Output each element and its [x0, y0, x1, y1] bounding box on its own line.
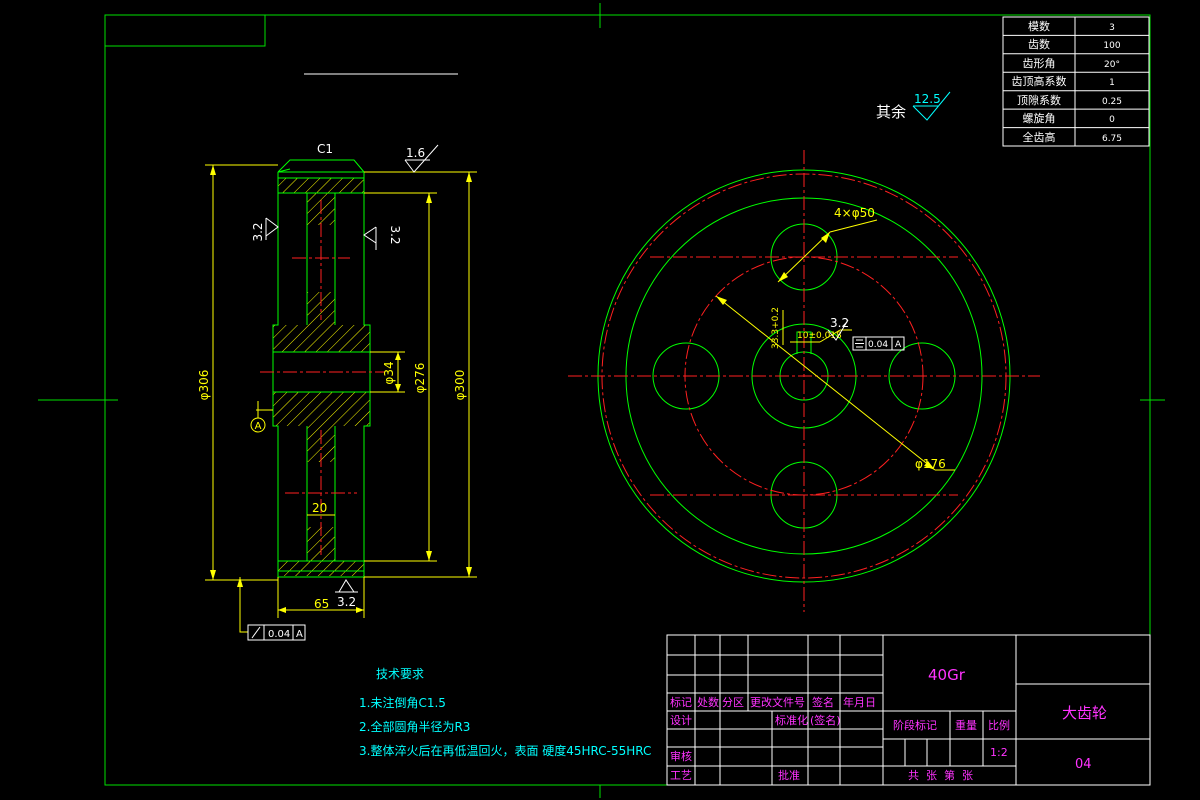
dim-width: 65 — [314, 597, 329, 611]
tech-req-title: 技术要求 — [376, 667, 424, 681]
param-table: 模数 3 齿数 100 齿形角 20° 齿顶高系数 1 顶隙系数 0.25 螺旋… — [1002, 16, 1150, 147]
chamfer-label: C1 — [317, 142, 333, 156]
symmetry-tol-value: 0.04 — [868, 340, 888, 350]
param-value-pressure-angle: 20° — [1104, 60, 1120, 70]
param-name-pressure-angle: 齿形角 — [1023, 57, 1056, 70]
title-part-name: 大齿轮 — [1062, 704, 1107, 722]
param-name-clearance: 顶隙系数 — [1017, 93, 1061, 107]
roughness-right-value: 3.2 — [388, 225, 402, 244]
dim-pitch-circle: φ176 — [915, 457, 946, 471]
roughness-note-value: 12.5 — [914, 92, 941, 106]
title-row-count: 处数 — [697, 696, 719, 709]
title-weight: 重量 — [955, 718, 977, 732]
front-view: 4×φ50 φ176 10±0.018 33.3+0.2 3.2 0.04 A — [568, 150, 1040, 612]
runout-tol-value: 0.04 — [268, 629, 290, 640]
title-standardization: 标准化 — [775, 713, 808, 727]
title-material: 40Gr — [928, 666, 966, 684]
symmetry-icon — [855, 339, 864, 348]
param-value-addendum: 1 — [1109, 78, 1115, 88]
symmetry-tolerance-frame: 0.04 A — [852, 336, 905, 351]
dim-right-diameter: φ300 — [453, 370, 467, 401]
title-approve: 批准 — [778, 768, 800, 782]
roughness-left-icon — [265, 217, 279, 237]
param-name-helix: 螺旋角 — [1023, 111, 1056, 125]
param-name-module: 模数 — [1028, 20, 1050, 33]
param-name-addendum: 齿顶高系数 — [1012, 74, 1067, 88]
dim-holes: 4×φ50 — [834, 206, 875, 220]
param-value-teeth: 100 — [1103, 41, 1120, 51]
title-row-change-doc: 更改文件号 — [750, 695, 805, 709]
title-review: 审核 — [670, 749, 692, 763]
param-name-teeth: 齿数 — [1028, 38, 1050, 51]
dim-mid-diameter: φ276 — [413, 363, 427, 394]
title-sign-name: (签名) — [810, 713, 841, 727]
param-value-clearance: 0.25 — [1102, 97, 1122, 107]
param-value-helix: 0 — [1109, 115, 1115, 125]
tech-req-item-3: 3.整体淬火后在再低温回火，表面 硬度45HRC-55HRC — [359, 743, 651, 758]
tech-req-item-1: 1.未注倒角C1.5 — [359, 695, 446, 710]
param-value-module: 3 — [1109, 23, 1115, 33]
runout-tolerance-frame: 0.04 A — [247, 624, 306, 641]
tech-req-item-2: 2.全部圆角半径为R3 — [359, 719, 470, 734]
dim-outer-diameter: φ306 — [197, 370, 211, 401]
dim-web: 20 — [312, 501, 327, 515]
title-stage: 阶段标记 — [893, 718, 937, 732]
section-view: φ306 φ300 φ276 φ34 65 20 C1 1.6 3.2 3.2 … — [197, 142, 477, 641]
roughness-right-icon — [363, 226, 377, 244]
title-block: 标记 处数 分区 更改文件号 签名 年月日 设计 标准化 (签名) 审核 工艺 … — [666, 634, 1151, 786]
title-scale-value: 1:2 — [990, 746, 1008, 759]
title-drawing-no: 04 — [1075, 757, 1092, 772]
keyway-roughness-value: 3.2 — [830, 316, 849, 330]
param-name-tooth-height: 全齿高 — [1023, 130, 1056, 144]
title-design: 设计 — [670, 714, 692, 727]
roughness-left-value: 3.2 — [251, 222, 265, 241]
dim-bore-diameter: φ34 — [382, 361, 396, 384]
param-value-tooth-height: 6.75 — [1102, 134, 1122, 144]
roughness-top-value: 1.6 — [406, 146, 425, 160]
symmetry-tol-ref: A — [895, 340, 902, 350]
tech-requirements: 技术要求 1.未注倒角C1.5 2.全部圆角半径为R3 3.整体淬火后在再低温回… — [359, 667, 651, 758]
title-row-mark: 标记 — [670, 695, 692, 709]
datum-a-label: A — [255, 421, 262, 432]
title-row-sign: 签名 — [812, 695, 834, 709]
runout-tol-ref: A — [296, 629, 303, 640]
title-row-date: 年月日 — [843, 695, 876, 709]
dim-keyway-depth: 33.3+0.2 — [771, 307, 781, 349]
title-sheets: 共 张 第 张 — [908, 768, 973, 782]
roughness-bottom-value: 3.2 — [337, 595, 356, 609]
title-scale-label: 比例 — [988, 718, 1010, 732]
title-process: 工艺 — [670, 769, 692, 782]
roughness-note-prefix: 其余 — [876, 103, 906, 121]
runout-arrow-icon — [251, 626, 261, 639]
roughness-bottom-icon — [338, 579, 355, 593]
cad-drawing: 模数 3 齿数 100 齿形角 20° 齿顶高系数 1 顶隙系数 0.25 螺旋… — [38, 3, 1165, 798]
title-row-zone: 分区 — [722, 696, 744, 709]
roughness-note: 其余 12.5 — [876, 91, 951, 121]
